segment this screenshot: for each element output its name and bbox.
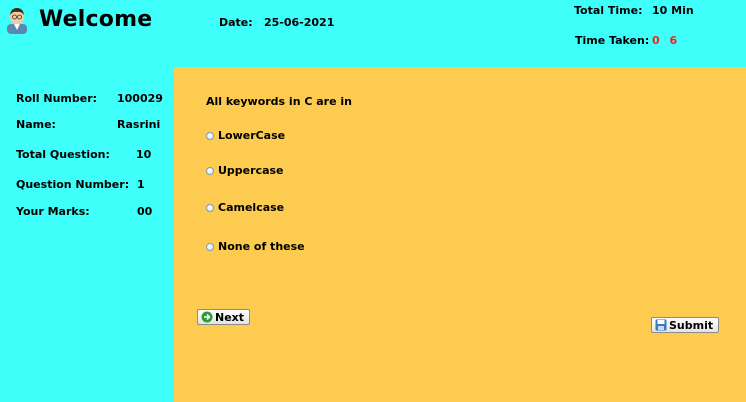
- question-number-value: 1: [137, 178, 145, 191]
- total-time-value: 10 Min: [652, 4, 694, 17]
- roll-number-label: Roll Number:: [16, 92, 98, 105]
- radio-button[interactable]: [206, 242, 214, 251]
- next-button[interactable]: Next: [197, 309, 251, 325]
- submit-button-label: Submit: [669, 318, 714, 332]
- name-label: Name:: [16, 118, 56, 131]
- time-taken-value: 0 6: [652, 34, 681, 47]
- option-lowercase[interactable]: LowerCase: [206, 129, 285, 142]
- option-camelcase[interactable]: Camelcase: [206, 201, 284, 214]
- question-text: All keywords in C are in: [206, 95, 353, 108]
- total-time-label: Total Time:: [574, 4, 643, 17]
- your-marks-value: 00: [137, 205, 153, 218]
- submit-button[interactable]: Submit: [651, 317, 720, 333]
- option-label: Uppercase: [218, 164, 284, 177]
- radio-button[interactable]: [206, 131, 214, 140]
- arrow-right-circle-icon: [201, 311, 213, 323]
- your-marks-label: Your Marks:: [16, 205, 90, 218]
- total-question-value: 10: [136, 148, 152, 161]
- floppy-disk-icon: [655, 319, 667, 331]
- next-button-label: Next: [215, 310, 245, 324]
- option-none-of-these[interactable]: None of these: [206, 240, 305, 253]
- time-taken-label: Time Taken:: [575, 34, 650, 47]
- question-panel: All keywords in C are in LowerCase Upper…: [174, 67, 746, 402]
- radio-button[interactable]: [206, 166, 214, 175]
- date-value: 25-06-2021: [264, 16, 335, 29]
- option-label: Camelcase: [218, 201, 285, 214]
- total-question-label: Total Question:: [16, 148, 110, 161]
- student-info-panel: Roll Number: 100029 Name: Rasrini Total …: [0, 67, 174, 402]
- student-avatar-icon: [7, 8, 27, 34]
- option-label: LowerCase: [218, 129, 286, 142]
- name-value: Rasrini: [117, 118, 161, 131]
- header: Welcome Date: 25-06-2021 Total Time: 10 …: [0, 0, 746, 67]
- roll-number-value: 100029: [117, 92, 163, 105]
- page-title: Welcome: [39, 7, 153, 32]
- question-number-label: Question Number:: [16, 178, 130, 191]
- radio-button[interactable]: [206, 203, 214, 212]
- option-label: None of these: [218, 240, 305, 253]
- option-uppercase[interactable]: Uppercase: [206, 164, 284, 177]
- date-label: Date:: [219, 16, 253, 29]
